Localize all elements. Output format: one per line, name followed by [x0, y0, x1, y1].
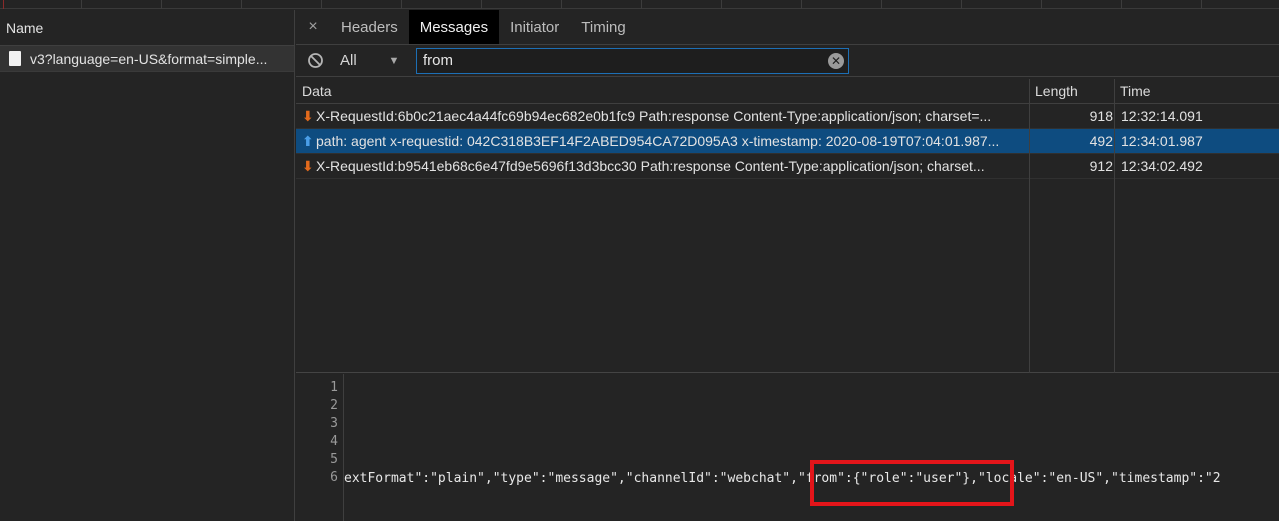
timeline-tick: [161, 0, 162, 9]
document-icon: [9, 51, 21, 66]
message-detail-viewer: 1 2 3 4 5 6 extFormat":"plain","type":"m…: [296, 374, 1279, 521]
incoming-arrow-icon: ⬇: [302, 158, 314, 174]
timeline-tick: [1201, 0, 1202, 9]
block-icon: [307, 53, 323, 68]
tab-timing[interactable]: Timing: [570, 10, 636, 44]
message-data: X-RequestId:6b0c21aec4a44fc69b94ec682e0b…: [316, 108, 992, 124]
line-number: 1: [330, 380, 338, 395]
line-number: 4: [330, 434, 338, 449]
message-type-select[interactable]: All: [334, 52, 381, 69]
message-data: path: agent x-requestid: 042C318B3EF14F2…: [316, 133, 1000, 149]
message-time: 12:34:02.492: [1121, 158, 1203, 174]
column-divider[interactable]: [1029, 79, 1030, 373]
tab-messages[interactable]: Messages: [408, 10, 500, 44]
time-column-header[interactable]: Time: [1114, 79, 1279, 104]
timeline-tick: [721, 0, 722, 9]
column-divider[interactable]: [1114, 79, 1115, 373]
timeline-tick: [641, 0, 642, 9]
incoming-arrow-icon: ⬇: [302, 108, 314, 124]
close-icon[interactable]: ×: [296, 10, 330, 44]
tab-headers[interactable]: Headers: [330, 10, 409, 44]
message-data: X-RequestId:b9541eb68c6e47fd9e5696f13d3b…: [316, 158, 985, 174]
timeline-tick: [321, 0, 322, 9]
line-number: 3: [330, 416, 338, 431]
message-time: 12:32:14.091: [1121, 108, 1203, 124]
message-row[interactable]: ⬇ X-RequestId:b9541eb68c6e47fd9e5696f13d3…: [296, 154, 1279, 179]
highlight-annotation-box: [810, 460, 1014, 506]
message-length: 492: [1089, 133, 1113, 149]
timeline-tick: [1041, 0, 1042, 9]
clear-icon[interactable]: ✕: [828, 52, 844, 69]
timeline-tick: [481, 0, 482, 9]
data-column-header[interactable]: Data: [296, 79, 1029, 104]
request-name: v3?language=en-US&format=simple...: [30, 50, 268, 67]
timeline-tick: [881, 0, 882, 9]
message-row[interactable]: ⬇ X-RequestId:6b0c21aec4a44fc69b94ec682e0…: [296, 104, 1279, 129]
message-length: 918: [1089, 108, 1113, 124]
message-row-selected[interactable]: ⬆ path: agent x-requestid: 042C318B3EF14F…: [296, 129, 1279, 154]
line-number: 5: [330, 452, 338, 467]
line-number-gutter: 1 2 3 4 5 6: [296, 374, 344, 521]
filter-input-value: from: [423, 51, 453, 69]
timeline-tick: [401, 0, 402, 9]
timeline-tick: [1121, 0, 1122, 9]
timeline-tick: [801, 0, 802, 9]
length-column-header[interactable]: Length: [1029, 79, 1114, 104]
request-list-panel: Name v3?language=en-US&format=simple...: [0, 10, 295, 521]
message-rows: ⬇ X-RequestId:6b0c21aec4a44fc69b94ec682e0…: [296, 104, 1279, 179]
message-filter-bar: All ▼ from ✕: [296, 45, 1279, 77]
timeline-tick: [241, 0, 242, 9]
name-column-header[interactable]: Name: [0, 10, 294, 46]
filter-input[interactable]: from ✕: [416, 47, 849, 74]
message-length: 912: [1089, 158, 1113, 174]
timeline-strip: [0, 0, 1279, 9]
request-details-panel: × Headers Messages Initiator Timing All …: [296, 10, 1279, 521]
line-number: 2: [330, 398, 338, 413]
timeline-tick: [961, 0, 962, 9]
clear-messages-button[interactable]: [296, 52, 334, 69]
timeline-marker: [3, 0, 4, 9]
message-time: 12:34:01.987: [1121, 133, 1203, 149]
timeline-tick: [561, 0, 562, 9]
outgoing-arrow-icon: ⬆: [302, 133, 314, 149]
chevron-down-icon[interactable]: ▼: [381, 55, 407, 67]
messages-grid: Data Length Time ⬇ X-RequestId:6b0c21aec4…: [296, 79, 1279, 373]
request-row[interactable]: v3?language=en-US&format=simple...: [0, 46, 294, 72]
tab-initiator[interactable]: Initiator: [499, 10, 570, 44]
details-tabbar: × Headers Messages Initiator Timing: [296, 10, 1279, 45]
timeline-tick: [81, 0, 82, 9]
line-number: 6: [330, 470, 338, 485]
